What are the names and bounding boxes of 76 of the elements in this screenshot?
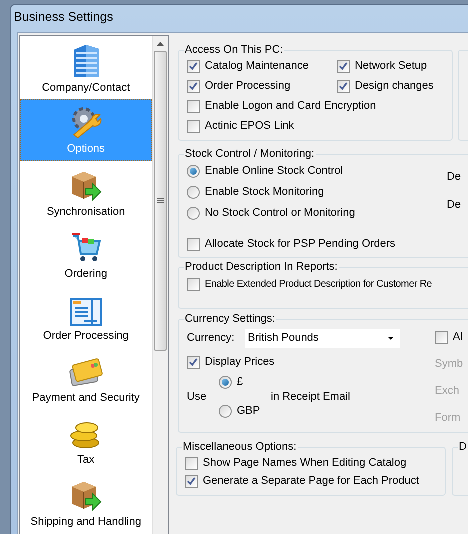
form-window-icon xyxy=(70,298,102,326)
checkbox-option[interactable]: Actinic EPOS Link xyxy=(187,119,444,134)
checkbox-option[interactable]: Order Processing xyxy=(187,79,337,94)
box-with-arrow-icon xyxy=(70,480,102,512)
radio-button[interactable] xyxy=(219,376,232,389)
radio-option[interactable]: £ xyxy=(219,375,271,390)
box-with-arrow-icon xyxy=(70,170,102,202)
radio-button[interactable] xyxy=(187,165,200,178)
radio-option[interactable]: Enable Online Stock Control xyxy=(187,164,447,179)
group-title: Stock Control / Monitoring: xyxy=(184,147,316,162)
group-title: Product Description In Reports: xyxy=(184,260,339,275)
checkmark-icon xyxy=(339,82,348,91)
sidebar-item[interactable]: Shipping and Handling xyxy=(20,471,152,533)
checkmark-icon xyxy=(339,62,348,71)
caret-icon xyxy=(388,337,394,340)
field-label: in Receipt Email xyxy=(271,390,350,404)
checkbox[interactable] xyxy=(187,60,200,73)
radio-button[interactable] xyxy=(219,405,232,418)
group-title: Miscellaneous Options: xyxy=(182,440,298,455)
checkbox[interactable] xyxy=(435,331,448,344)
field-label: Form xyxy=(435,411,462,426)
checkbox-option[interactable]: Display Prices xyxy=(187,355,435,370)
checkbox[interactable] xyxy=(337,80,350,93)
checkbox-option[interactable]: Allocate Stock for PSP Pending Orders xyxy=(187,237,468,252)
checkbox-option[interactable]: Enable Logon and Card Encryption xyxy=(187,99,444,114)
sidebar-item[interactable]: Synchronisation xyxy=(20,161,152,223)
field-label: De xyxy=(447,198,462,213)
sidebar-item[interactable]: Company/Contact xyxy=(20,37,152,99)
field-label: Symb xyxy=(435,357,464,372)
field-label: Use xyxy=(187,390,208,404)
radio-button[interactable] xyxy=(187,186,200,199)
group-title: Access On This PC: xyxy=(184,43,284,58)
checkbox-option[interactable]: Show Page Names When Editing Catalog xyxy=(185,456,437,471)
grip-icon xyxy=(157,198,164,204)
checkbox[interactable] xyxy=(187,100,200,113)
scrollbar-thumb[interactable] xyxy=(154,51,168,351)
group-title: Currency Settings: xyxy=(184,312,276,327)
checkbox[interactable] xyxy=(187,278,200,291)
checkbox-option[interactable]: Network Setup xyxy=(337,59,444,74)
sidebar-item[interactable]: Order Processing xyxy=(20,285,152,347)
building-icon xyxy=(71,44,102,78)
checkmark-icon xyxy=(187,477,196,486)
field-label: Currency: xyxy=(187,331,236,346)
checkbox[interactable] xyxy=(185,475,198,488)
checkbox-option[interactable]: Generate a Separate Page for Each Product xyxy=(185,474,437,489)
checkmark-icon xyxy=(189,82,198,91)
checkbox-option[interactable]: Enable Extended Product Description for Customer Re xyxy=(187,277,468,292)
credit-cards-icon xyxy=(69,358,104,388)
coins-icon xyxy=(70,420,102,450)
checkbox[interactable] xyxy=(187,238,200,251)
checkbox-option[interactable]: Catalog Maintenance xyxy=(187,59,337,74)
radio-option[interactable]: GBP xyxy=(219,404,271,419)
checkbox[interactable] xyxy=(337,60,350,73)
scrollbar[interactable] xyxy=(152,36,168,534)
window-title: Business Settings xyxy=(13,9,114,26)
checkmark-icon xyxy=(189,358,198,367)
checkbox[interactable] xyxy=(187,120,200,133)
radio-button[interactable] xyxy=(187,207,200,220)
gear-and-wrench-icon xyxy=(70,107,102,139)
group-title: D xyxy=(458,440,468,455)
checkbox-option[interactable]: Al xyxy=(435,330,464,345)
currency-dropdown[interactable]: British Pounds xyxy=(245,329,400,348)
sidebar-item[interactable]: Tax xyxy=(20,409,152,471)
scroll-up-arrow-icon[interactable] xyxy=(157,42,164,46)
radio-option[interactable]: Enable Stock Monitoring xyxy=(187,185,447,200)
checkbox[interactable] xyxy=(187,356,200,369)
field-label: De xyxy=(447,170,462,185)
checkmark-icon xyxy=(189,62,198,71)
checkbox-option[interactable]: Design changes xyxy=(337,79,444,94)
checkbox[interactable] xyxy=(185,457,198,470)
shopping-cart-icon xyxy=(70,232,102,264)
field-label: Exch xyxy=(435,384,460,399)
radio-option[interactable]: No Stock Control or Monitoring xyxy=(187,206,447,221)
checkbox[interactable] xyxy=(187,80,200,93)
sidebar-item[interactable]: Payment and Security xyxy=(20,347,152,409)
sidebar-item[interactable]: Ordering xyxy=(20,223,152,285)
